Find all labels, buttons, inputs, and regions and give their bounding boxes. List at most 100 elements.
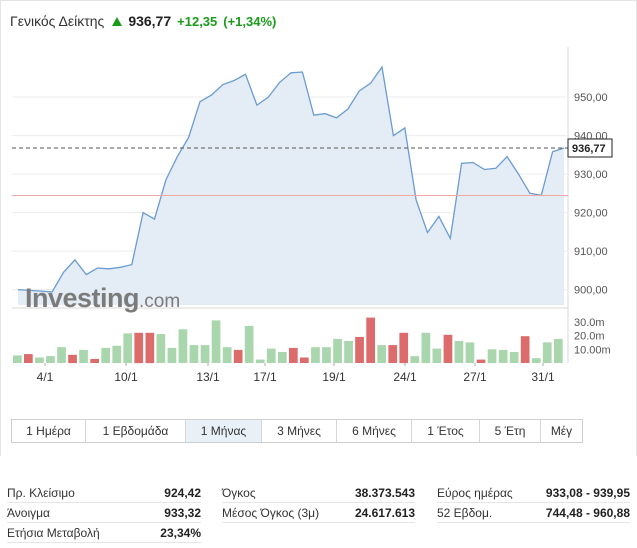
volume-bar [189,345,199,363]
date-tick-label: 17/1 [253,370,277,384]
stat-value: 924,42 [164,486,201,500]
volume-bar [90,358,99,363]
volume-bar [266,348,276,363]
range-tabs: 1 Ημέρα 1 Εβδομάδα 1 Μήνας 3 Μήνες 6 Μήν… [11,419,583,443]
volume-bar [311,347,320,363]
quote-header: Γενικός Δείκτης 936,77 +12,35 (+1,34%) [10,11,276,31]
volume-bar [123,333,133,363]
stat-row-volume: Όγκος 38.373.543 [222,484,415,503]
volume-bar [222,347,232,363]
stat-value: 23,34% [160,526,201,540]
volume-bar [145,332,155,364]
volume-bar [333,338,342,363]
volume-tick-label: 30.0m [574,317,605,329]
price-change-percent: (+1,34%) [223,13,277,29]
stat-row-day-range: Εύρος ημέρας 933,08 - 939,95 [437,484,630,503]
volume-bar [498,349,508,363]
volume-bar [24,354,33,363]
stat-label: Εύρος ημέρας [437,486,513,500]
volume-bar [101,347,110,363]
volume-bar [178,329,188,363]
volume-bar [211,320,221,363]
volume-bar [322,347,331,363]
tab-1-month[interactable]: 1 Μήνας [186,420,262,442]
price-chart[interactable]: 950,00940,00930,00920,00910,00900,00936,… [0,40,637,390]
tab-max[interactable]: Μέγ [541,420,582,442]
volume-bar [300,357,309,363]
volume-bar [410,356,420,363]
price-tick-label: 930,00 [574,169,608,181]
volume-bar [57,347,66,363]
stat-row-prev-close: Πρ. Κλείσιμο 924,42 [7,484,201,503]
index-title: Γενικός Δείκτης [10,13,105,29]
date-tick-label: 27/1 [463,370,487,384]
stat-label: Ετήσια Μεταβολή [7,526,100,540]
date-tick-label: 10/1 [114,370,138,384]
stat-label: Μέσος Όγκος (3μ) [222,506,320,520]
volume-bar [388,345,398,363]
volume-bar [454,341,464,363]
volume-bar [289,347,298,363]
volume-bar [79,349,88,363]
volume-bar [476,359,486,363]
tab-6-months[interactable]: 6 Μήνες [337,420,412,442]
price-tick-label: 900,00 [574,285,608,297]
volume-bar [112,345,122,363]
volume-bar [465,342,475,363]
volume-bar [134,332,144,364]
volume-bar [542,342,552,363]
stat-value: 744,48 - 960,88 [545,506,630,520]
price-area [18,67,564,305]
stat-label: Πρ. Κλείσιμο [7,486,75,500]
tab-1-day[interactable]: 1 Ημέρα [12,420,86,442]
volume-bar [35,357,44,363]
stat-value: 38.373.543 [354,486,415,500]
stat-value: 933,32 [164,506,201,520]
tab-1-week[interactable]: 1 Εβδομάδα [86,420,186,442]
date-tick-label: 19/1 [322,370,346,384]
volume-bar [520,336,530,363]
stat-row-open: Άνοιγμα 933,32 [7,504,201,523]
volume-bar [421,332,431,364]
stat-row-yearly-change: Ετήσια Μεταβολή 23,34% [7,524,201,543]
volume-bar [377,345,386,363]
last-price: 936,77 [128,13,172,29]
volume-bar [244,325,254,363]
volume-bar [278,352,287,363]
volume-tick-label: 10.00m [574,344,611,356]
volume-bar [46,356,55,363]
stat-label: Άνοιγμα [7,506,50,520]
tab-5-years[interactable]: 5 Έτη [480,420,541,442]
date-tick-label: 13/1 [196,370,220,384]
volume-bar [355,336,364,363]
date-tick-label: 31/1 [531,370,555,384]
volume-bar [487,349,497,364]
price-tick-label: 920,00 [574,208,608,220]
volume-bar [167,347,177,363]
date-tick-label: 4/1 [37,370,54,384]
tab-1-year[interactable]: 1 Έτος [412,420,480,442]
tab-3-months[interactable]: 3 Μήνες [262,420,337,442]
stat-label: Όγκος [222,486,256,500]
volume-bar [200,345,210,363]
volume-bar [443,334,453,363]
stat-value: 933,08 - 939,95 [545,486,630,500]
price-tick-label: 950,00 [574,92,608,104]
volume-bar [399,332,409,364]
volume-bar [344,341,353,363]
volume-bar [68,354,77,364]
volume-bar [255,359,265,363]
volume-bar [531,358,541,363]
price-tick-label: 910,00 [574,246,608,258]
up-arrow-icon [112,16,123,26]
volume-bar [156,334,166,363]
stat-row-52-week-range: 52 Εβδομ. 744,48 - 960,88 [437,504,630,523]
volume-bar [366,317,375,363]
volume-bar [13,355,22,363]
volume-bar [432,348,442,363]
volume-bar [509,352,519,363]
volume-tick-label: 20.0m [574,331,605,343]
stat-label: 52 Εβδομ. [437,506,493,520]
current-price-label: 936,77 [572,143,606,155]
stat-row-avg-volume: Μέσος Όγκος (3μ) 24.617.613 [222,504,415,523]
